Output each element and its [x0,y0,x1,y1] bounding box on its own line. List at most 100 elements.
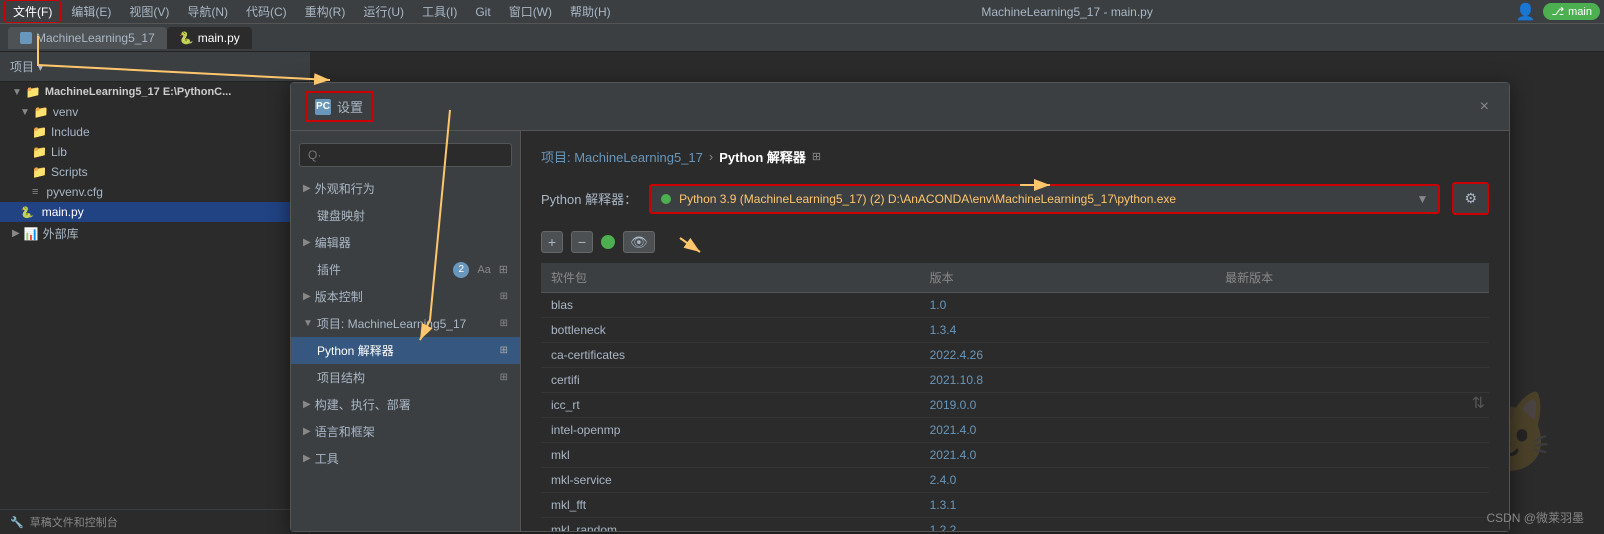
folder-icon: 📁 [32,165,47,179]
menu-edit[interactable]: 编辑(E) [63,1,119,22]
nav-build[interactable]: ▶ 构建、执行、部署 [291,391,520,418]
menu-window[interactable]: 窗口(W) [501,1,560,22]
pycharm-icon: PC [315,99,331,115]
tree-root[interactable]: ▼ 📁 MachineLearning5_17 E:\PythonC... [0,82,309,102]
table-row[interactable]: mkl_fft 1.3.1 [541,493,1489,518]
branch-icon: ⎇ [1551,5,1564,18]
chevron-right-icon: ▶ [303,399,311,410]
breadcrumb-current: Python 解释器 [719,147,806,166]
table-row[interactable]: bottleneck 1.3.4 [541,318,1489,343]
pkg-version: 2021.4.0 [920,418,1216,443]
chevron-down-icon: ▼ [20,107,30,118]
nav-lang-label: 语言和框架 [315,423,375,440]
table-row[interactable]: mkl_random 1.2.2 [541,518,1489,532]
tree-root-label: MachineLearning5_17 E:\PythonC... [45,86,231,98]
folder-icon: 📁 [26,85,41,99]
table-row[interactable]: mkl-service 2.4.0 [541,468,1489,493]
breadcrumb-settings-icon[interactable]: ⊞ [812,150,821,163]
interpreter-row: Python 解释器： Python 3.9 (MachineLearning5… [541,182,1489,215]
remove-package-button[interactable]: − [571,231,593,253]
chevron-right-icon: ▶ [12,228,20,239]
nav-vcs-label: 版本控制 [315,288,363,305]
settings-search-input[interactable] [299,143,512,167]
chevron-right-icon: ▶ [303,291,311,302]
tree-external-libs[interactable]: ▶ 📊 外部库 [0,222,309,245]
menu-file[interactable]: 文件(F) [4,0,61,23]
menu-code[interactable]: 代码(C) [238,1,295,22]
branch-button[interactable]: ⎇ main [1543,3,1600,20]
nav-plugins[interactable]: 插件 2 Aa ⊞ [291,256,520,283]
project-icon: ⊞ [500,318,508,329]
python-icon: 🐍 [20,206,34,219]
nav-project[interactable]: ▼ 项目: MachineLearning5_17 ⊞ [291,310,520,337]
scratch-files[interactable]: 🔧 草稿文件和控制台 [0,509,309,534]
menu-refactor[interactable]: 重构(R) [297,1,354,22]
dialog-title-text: 设置 [337,97,363,116]
pkg-name: mkl_random [541,518,920,532]
tree-venv[interactable]: ▼ 📁 venv [0,102,309,122]
main-layout: 🐱 项目 ▾ ▼ 📁 MachineLearning5_17 E:\Python… [0,52,1604,534]
nav-interpreter[interactable]: Python 解释器 ⊞ [291,337,520,364]
structure-icon: ⊞ [500,372,508,383]
nav-appearance[interactable]: ▶ 外观和行为 [291,175,520,202]
menu-view[interactable]: 视图(V) [121,1,177,22]
menu-run[interactable]: 运行(U) [355,1,412,22]
menu-git[interactable]: Git [467,3,498,21]
table-row[interactable]: blas 1.0 [541,293,1489,318]
package-table-container: 软件包 版本 最新版本 blas 1.0 bottleneck 1.3.4 ca… [541,263,1489,531]
sidebar-header[interactable]: 项目 ▾ [0,52,309,82]
table-row[interactable]: certifi 2021.10.8 [541,368,1489,393]
dialog-body: ▶ 外观和行为 键盘映射 ▶ 编辑器 插件 2 Aa ⊞ ▶ [291,131,1509,531]
dialog-close-button[interactable]: × [1474,96,1495,118]
tree-lib[interactable]: 📁 Lib [0,142,309,162]
pkg-version: 1.3.4 [920,318,1216,343]
table-row[interactable]: ca-certificates 2022.4.26 [541,343,1489,368]
show-package-button[interactable]: 👁 [623,231,655,253]
add-package-button[interactable]: + [541,231,563,253]
scratch-icon: 🔧 [10,516,24,529]
menu-navigate[interactable]: 导航(N) [179,1,236,22]
chevron-right-icon: ▶ [303,183,311,194]
sidebar-header-label: 项目 ▾ [10,58,43,75]
tab-bar: MachineLearning5_17 🐍 main.py [0,24,1604,52]
interpreter-selector[interactable]: Python 3.9 (MachineLearning5_17) (2) D:\… [649,184,1440,214]
table-row[interactable]: intel-openmp 2021.4.0 [541,418,1489,443]
table-scroll-indicator[interactable]: ⇅ [1472,393,1485,413]
translate-icon: Aa [477,264,490,276]
nav-tools[interactable]: ▶ 工具 [291,445,520,472]
settings-dialog: PC 设置 × ▶ 外观和行为 键盘映射 ▶ 编辑器 [290,82,1510,532]
tab-file-label: main.py [198,31,240,45]
nav-project-structure[interactable]: 项目结构 ⊞ [291,364,520,391]
chevron-right-icon: ▶ [303,237,311,248]
pkg-name: certifi [541,368,920,393]
tree-main-py[interactable]: 🐍 main.py [0,202,309,222]
libs-icon: 📊 [24,227,39,241]
nav-vcs[interactable]: ▶ 版本控制 ⊞ [291,283,520,310]
breadcrumb: 项目: MachineLearning5_17 › Python 解释器 ⊞ [541,147,1489,166]
tab-main-py[interactable]: 🐍 main.py [167,27,252,49]
table-row[interactable]: icc_rt 2019.0.0 [541,393,1489,418]
interpreter-settings-button[interactable]: ⚙ [1452,182,1489,215]
pkg-version: 2019.0.0 [920,393,1216,418]
pkg-version: 2021.10.8 [920,368,1216,393]
settings-sub-icon: ⊞ [499,263,508,276]
nav-keymap[interactable]: 键盘映射 [291,202,520,229]
app-title: MachineLearning5_17 - main.py [621,5,1514,19]
dropdown-arrow-icon: ▼ [1417,192,1429,206]
table-row[interactable]: mkl 2021.4.0 [541,443,1489,468]
nav-lang[interactable]: ▶ 语言和框架 [291,418,520,445]
breadcrumb-project[interactable]: 项目: MachineLearning5_17 [541,147,703,166]
dialog-nav: ▶ 外观和行为 键盘映射 ▶ 编辑器 插件 2 Aa ⊞ ▶ [291,131,521,531]
tree-include[interactable]: 📁 Include [0,122,309,142]
pkg-latest [1215,418,1489,443]
tree-pyvenv-label: pyvenv.cfg [46,185,102,199]
chevron-down-icon: ▼ [12,87,22,98]
dialog-title-box: PC 设置 [305,91,373,122]
tree-pyvenv[interactable]: ≡ pyvenv.cfg [0,182,309,202]
tab-project[interactable]: MachineLearning5_17 [8,27,167,49]
tree-scripts[interactable]: 📁 Scripts [0,162,309,182]
user-icon[interactable]: 👤 [1516,2,1536,22]
nav-editor[interactable]: ▶ 编辑器 [291,229,520,256]
menu-tools[interactable]: 工具(I) [414,1,465,22]
menu-help[interactable]: 帮助(H) [562,1,619,22]
